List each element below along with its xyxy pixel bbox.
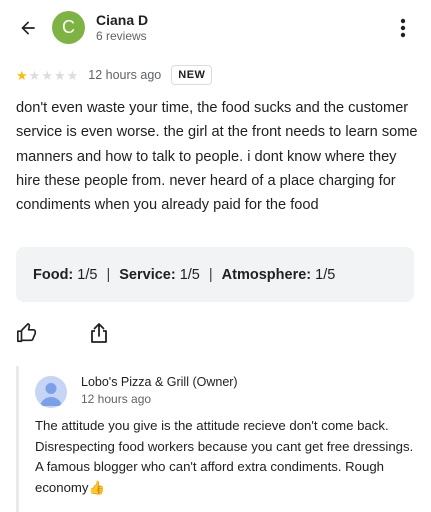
atmosphere-rating-label: Atmosphere: (221, 266, 312, 283)
service-rating-value: 1/5 (179, 266, 200, 283)
reviewer-name[interactable]: Ciana D (96, 12, 148, 28)
thumb-up-icon (17, 323, 37, 343)
back-button[interactable] (12, 12, 44, 44)
review-actions (16, 322, 110, 344)
rating-separator: | (208, 266, 213, 283)
share-button[interactable] (88, 322, 110, 344)
new-badge: NEW (171, 65, 213, 85)
star-icon: ★ (28, 67, 41, 83)
reviewer-avatar[interactable]: C (52, 11, 85, 44)
atmosphere-rating-value: 1/5 (315, 266, 336, 283)
share-icon (91, 323, 107, 343)
review-header: C Ciana D 6 reviews (0, 0, 431, 56)
person-icon (40, 383, 62, 406)
like-button[interactable] (16, 322, 38, 344)
food-rating-value: 1/5 (77, 266, 98, 283)
star-icon: ★ (53, 67, 66, 83)
service-rating-label: Service: (119, 266, 176, 283)
more-options-button[interactable] (391, 14, 415, 42)
avatar-initial: C (62, 17, 75, 37)
owner-name: Lobo's Pizza & Grill (Owner) (81, 375, 238, 389)
star-icon: ★ (41, 67, 53, 83)
star-icon: ★ (16, 67, 28, 83)
category-ratings: Food: 1/5 | Service: 1/5 | Atmosphere: 1… (16, 247, 414, 302)
reviewer-review-count: 6 reviews (96, 29, 147, 43)
arrow-left-icon (21, 21, 35, 35)
owner-avatar (35, 376, 67, 408)
review-time: 12 hours ago (88, 68, 162, 82)
review-text: don't even waste your time, the food suc… (16, 100, 418, 214)
owner-reply: Lobo's Pizza & Grill (Owner) 12 hours ag… (16, 366, 416, 512)
more-vertical-icon (400, 18, 406, 38)
food-rating-label: Food: (33, 266, 74, 283)
star-rating: ★ ★ ★ ★ ★ (16, 69, 78, 82)
owner-reply-time: 12 hours ago (81, 392, 152, 406)
star-icon: ★ (66, 67, 79, 83)
rating-separator: | (106, 266, 111, 283)
review-rating-row: ★ ★ ★ ★ ★ 12 hours ago NEW (16, 64, 213, 86)
owner-reply-text: The attitude you give is the attitude re… (35, 418, 414, 495)
